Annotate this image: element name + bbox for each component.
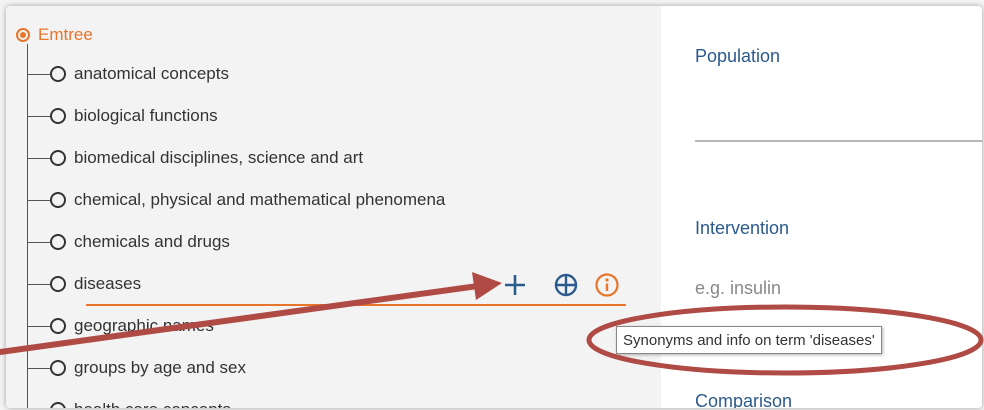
- tree-item-chemicals-and-drugs[interactable]: chemicals and drugs: [50, 230, 230, 254]
- tree-item-biomedical-disciplines[interactable]: biomedical disciplines, science and art: [50, 146, 363, 170]
- hover-underline: [86, 304, 626, 306]
- tree-root-emtree[interactable]: Emtree: [16, 24, 93, 46]
- population-label: Population: [695, 46, 781, 66]
- tree-item-label: health care concepts: [74, 400, 231, 408]
- radio-icon[interactable]: [50, 360, 66, 376]
- tree-branch: [27, 74, 51, 75]
- radio-icon[interactable]: [50, 402, 66, 408]
- tree-branch: [27, 242, 51, 243]
- radio-selected-icon[interactable]: [16, 28, 30, 42]
- radio-icon[interactable]: [50, 150, 66, 166]
- tree-item-label: geographic names: [74, 316, 214, 335]
- tree-item-geographic-names[interactable]: geographic names: [50, 314, 214, 338]
- tree-item-label: anatomical concepts: [74, 64, 229, 83]
- tree-item-label: biological functions: [74, 106, 218, 125]
- crosshair-icon[interactable]: [553, 272, 579, 298]
- radio-icon[interactable]: [50, 108, 66, 124]
- emtree-panel: Emtree anatomical concepts biological fu…: [6, 6, 661, 408]
- intervention-input[interactable]: e.g. insulin: [695, 278, 781, 299]
- tree-item-label: chemicals and drugs: [74, 232, 230, 251]
- tree-item-groups-by-age-and-sex[interactable]: groups by age and sex: [50, 356, 246, 380]
- tree-root-label: Emtree: [38, 25, 93, 44]
- intervention-label: Intervention: [695, 218, 790, 238]
- tree-branch: [27, 326, 51, 327]
- tree-item-health-care-concepts[interactable]: health care concepts: [50, 398, 231, 408]
- radio-icon[interactable]: [50, 192, 66, 208]
- tree-branch: [27, 200, 51, 201]
- app-frame: Emtree anatomical concepts biological fu…: [6, 6, 982, 408]
- population-input[interactable]: [695, 140, 982, 142]
- radio-icon[interactable]: [50, 276, 66, 292]
- comparison-label: Comparison: [695, 391, 793, 408]
- tree-branch: [27, 284, 51, 285]
- tree-item-chemical-physical-phenomena[interactable]: chemical, physical and mathematical phen…: [50, 188, 445, 212]
- tree-item-label: chemical, physical and mathematical phen…: [74, 190, 446, 209]
- radio-icon[interactable]: [50, 318, 66, 334]
- tree-item-diseases[interactable]: diseases: [50, 272, 141, 296]
- tree-branch: [27, 116, 51, 117]
- radio-icon[interactable]: [50, 66, 66, 82]
- tree-item-anatomical-concepts[interactable]: anatomical concepts: [50, 62, 229, 86]
- tree-item-biological-functions[interactable]: biological functions: [50, 104, 218, 128]
- tree-line: [27, 44, 28, 408]
- info-icon[interactable]: [594, 272, 620, 298]
- tree-item-label: biomedical disciplines, science and art: [74, 148, 364, 167]
- tree-item-label: diseases: [74, 274, 142, 293]
- tree-item-label: groups by age and sex: [74, 358, 247, 377]
- info-tooltip: Synonyms and info on term 'diseases': [616, 326, 882, 354]
- tree-branch: [27, 158, 51, 159]
- tree-branch: [27, 368, 51, 369]
- radio-icon[interactable]: [50, 234, 66, 250]
- plus-icon[interactable]: [502, 272, 528, 298]
